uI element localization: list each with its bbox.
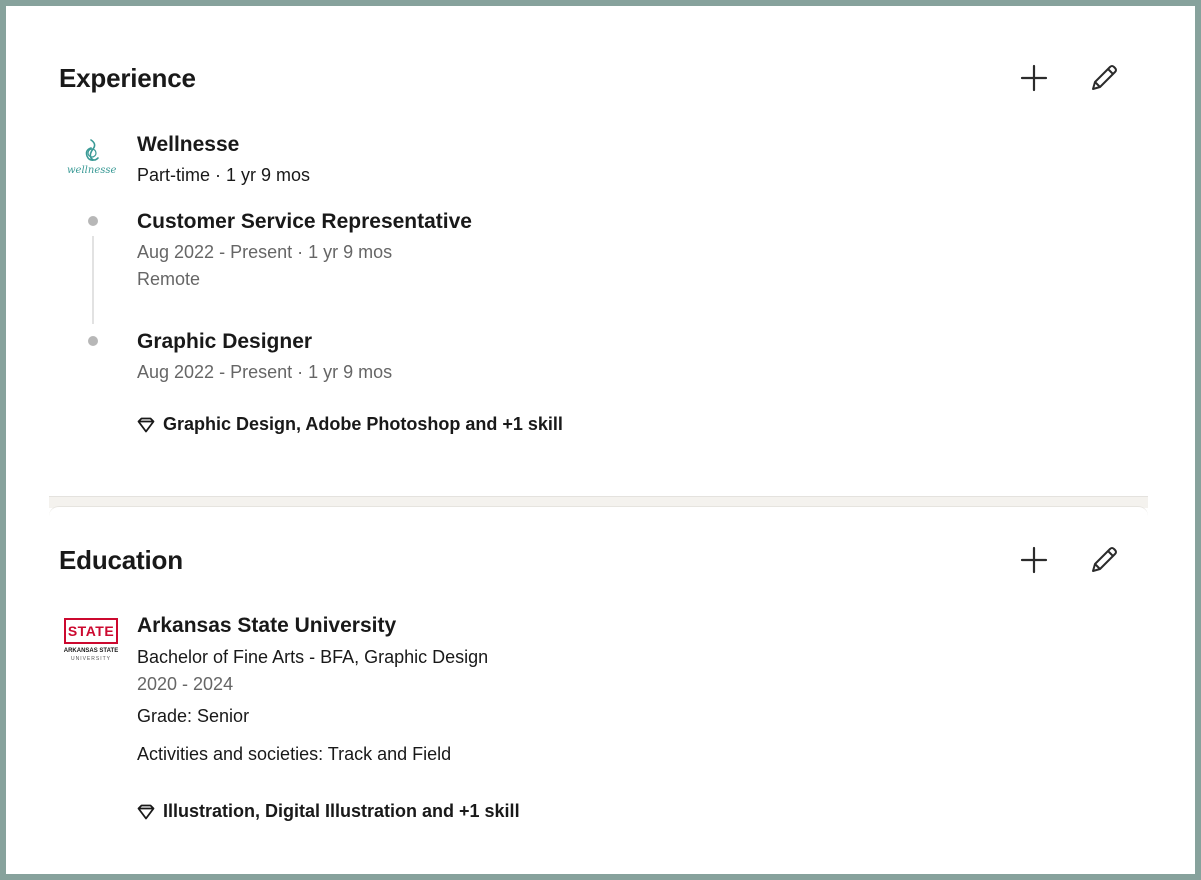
- timeline-dot: [88, 336, 98, 346]
- company-meta: Part-time · 1 yr 9 mos: [137, 165, 311, 185]
- school-grade: Grade: Senior: [137, 706, 250, 726]
- school-activities: Activities and societies: Track and Fiel…: [137, 744, 452, 764]
- company-name[interactable]: Wellnesse: [137, 133, 239, 157]
- profile-frame: Experience wellnesse Wellnesse Part-time: [0, 0, 1201, 880]
- timeline-dot: [88, 216, 98, 226]
- role-dates: Aug 2022 - Present · 1 yr 9 mos: [137, 242, 393, 262]
- astate-logo-subtitle: ARKANSAS STATE: [63, 648, 119, 654]
- role-skills[interactable]: Graphic Design, Adobe Photoshop and +1 s…: [137, 414, 563, 435]
- astate-logo-mark: STATE: [64, 618, 118, 644]
- diamond-icon: [137, 417, 155, 432]
- wellnesse-logo[interactable]: wellnesse: [61, 134, 121, 194]
- education-skills-text: Illustration, Digital Illustration and +…: [163, 801, 520, 821]
- role-skills-text: Graphic Design, Adobe Photoshop and +1 s…: [163, 414, 563, 434]
- timeline-line: [92, 236, 94, 324]
- experience-actions: [1018, 62, 1120, 94]
- pencil-icon: [1092, 65, 1117, 90]
- education-skills[interactable]: Illustration, Digital Illustration and +…: [137, 801, 520, 822]
- edit-experience-button[interactable]: [1088, 62, 1120, 94]
- wellnesse-logo-mark: [85, 139, 99, 161]
- add-education-button[interactable]: [1018, 544, 1050, 576]
- education-section: Education STATE ARKANSAS STATE UNIVERSIT…: [49, 506, 1148, 864]
- edit-education-button[interactable]: [1088, 544, 1120, 576]
- education-title: Education: [59, 545, 183, 575]
- experience-title: Experience: [59, 63, 196, 93]
- role-title[interactable]: Graphic Designer: [137, 330, 312, 354]
- role-title[interactable]: Customer Service Representative: [137, 210, 472, 234]
- education-actions: [1018, 544, 1120, 576]
- astate-logo-university: UNIVERSITY: [70, 656, 111, 662]
- role-location: Remote: [137, 269, 201, 289]
- school-name[interactable]: Arkansas State University: [137, 614, 396, 638]
- plus-icon: [1020, 546, 1048, 574]
- arkansas-state-logo[interactable]: STATE ARKANSAS STATE UNIVERSITY: [61, 615, 121, 675]
- wellnesse-logo-text: wellnesse: [67, 165, 117, 176]
- role-dates: Aug 2022 - Present · 1 yr 9 mos: [137, 362, 393, 382]
- school-years: 2020 - 2024: [137, 674, 234, 694]
- diamond-icon: [137, 804, 155, 819]
- pencil-icon: [1092, 547, 1117, 572]
- astate-logo-word: STATE: [67, 623, 115, 639]
- plus-icon: [1020, 64, 1048, 92]
- school-degree: Bachelor of Fine Arts - BFA, Graphic Des…: [137, 647, 489, 667]
- experience-section: Experience wellnesse Wellnesse Part-time: [49, 6, 1148, 496]
- add-experience-button[interactable]: [1018, 62, 1050, 94]
